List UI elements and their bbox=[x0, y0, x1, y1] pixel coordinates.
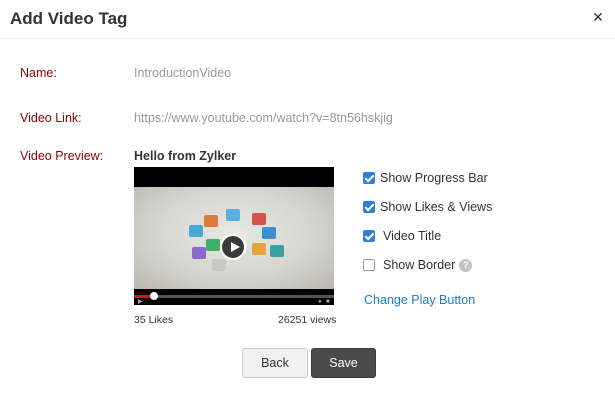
views-count: 26251 views bbox=[278, 314, 337, 326]
option-show-border[interactable]: Show Border ? bbox=[363, 258, 473, 272]
video-thumbnail bbox=[134, 187, 334, 289]
thumbnail-tile bbox=[206, 239, 220, 251]
option-video-title[interactable]: Video Title bbox=[363, 229, 441, 243]
thumbnail-tile bbox=[189, 225, 203, 237]
play-icon[interactable] bbox=[220, 234, 246, 260]
fullscreen-icon[interactable]: ■ bbox=[326, 299, 330, 305]
show-likes-views-checkbox[interactable] bbox=[363, 201, 375, 213]
back-button[interactable]: Back bbox=[242, 348, 308, 378]
close-icon[interactable]: ✕ bbox=[590, 9, 606, 25]
video-link-label: Video Link: bbox=[20, 111, 82, 125]
show-border-checkbox[interactable] bbox=[363, 259, 375, 271]
header-divider bbox=[0, 38, 615, 39]
thumbnail-tile bbox=[252, 213, 266, 225]
option-label: Video Title bbox=[383, 229, 442, 243]
thumbnail-tile bbox=[226, 209, 240, 221]
video-title-checkbox[interactable] bbox=[363, 230, 375, 242]
option-show-progress-bar[interactable]: Show Progress Bar bbox=[363, 171, 488, 185]
option-show-likes-views[interactable]: Show Likes & Views bbox=[363, 200, 492, 214]
thumbnail-tile bbox=[252, 243, 266, 255]
help-icon[interactable]: ? bbox=[459, 258, 473, 272]
video-progress-bar[interactable] bbox=[134, 292, 334, 300]
likes-count: 35 Likes bbox=[134, 314, 174, 326]
option-label: Show Border bbox=[383, 258, 456, 272]
thumbnail-tile bbox=[270, 245, 284, 257]
video-preview-player[interactable]: ▶ ● ■ bbox=[134, 167, 334, 305]
add-video-tag-dialog: Add Video Tag ✕ Name: IntroductionVideo … bbox=[0, 0, 615, 411]
thumbnail-tile bbox=[212, 259, 226, 271]
video-progress-knob[interactable] bbox=[150, 292, 158, 300]
name-label: Name: bbox=[20, 66, 57, 80]
volume-icon[interactable]: ● bbox=[318, 299, 322, 305]
option-label: Show Likes & Views bbox=[380, 200, 493, 214]
play-small-icon[interactable]: ▶ bbox=[138, 299, 143, 305]
show-progress-bar-checkbox[interactable] bbox=[363, 172, 375, 184]
thumbnail-tile bbox=[262, 227, 276, 239]
thumbnail-tile bbox=[192, 247, 206, 259]
change-play-button-link[interactable]: Change Play Button bbox=[364, 293, 475, 307]
thumbnail-tile bbox=[204, 215, 218, 227]
dialog-title: Add Video Tag bbox=[10, 9, 128, 28]
video-link-value: https://www.youtube.com/watch?v=8tn56hsk… bbox=[134, 111, 393, 125]
video-preview-label: Video Preview: bbox=[20, 149, 104, 163]
video-preview-title: Hello from Zylker bbox=[134, 149, 237, 163]
option-label: Show Progress Bar bbox=[380, 171, 488, 185]
save-button[interactable]: Save bbox=[311, 348, 376, 378]
name-value: IntroductionVideo bbox=[134, 66, 232, 80]
